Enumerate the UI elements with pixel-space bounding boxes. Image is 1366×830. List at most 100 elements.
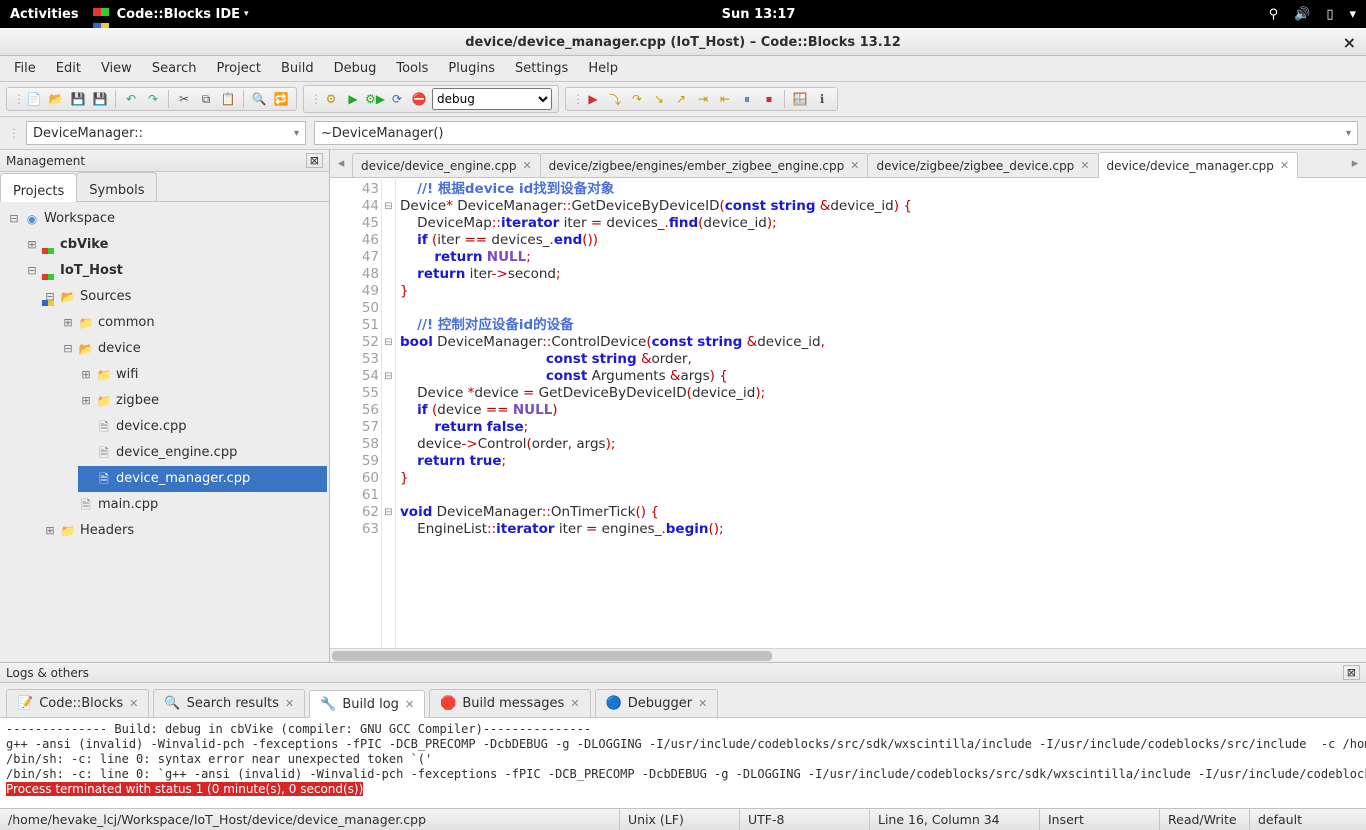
status-encoding[interactable]: UTF-8 — [740, 809, 870, 830]
tab-close-icon[interactable]: ✕ — [698, 697, 707, 710]
folder-wifi[interactable]: wifi — [116, 362, 138, 388]
folder-common[interactable]: common — [98, 310, 155, 336]
tab-close-icon[interactable]: ✕ — [285, 697, 294, 710]
menu-view[interactable]: View — [101, 61, 132, 76]
new-file-icon[interactable]: 📄 — [25, 90, 43, 108]
build-target-select[interactable]: debug — [432, 88, 552, 110]
editor-tab[interactable]: device/zigbee/zigbee_device.cpp✕ — [867, 153, 1098, 177]
redo-icon[interactable]: ↷ — [144, 90, 162, 108]
rebuild-icon[interactable]: ⟳ — [388, 90, 406, 108]
symbol-combo[interactable]: ~DeviceManager()▾ — [314, 121, 1358, 145]
scope-combo[interactable]: DeviceManager::▾ — [26, 121, 306, 145]
menu-help[interactable]: Help — [588, 61, 618, 76]
abort-icon[interactable]: ⛔ — [410, 90, 428, 108]
break-icon[interactable]: ⏸ — [738, 90, 756, 108]
debug-windows-icon[interactable]: 🪟 — [791, 90, 809, 108]
tab-close-icon[interactable]: ✕ — [1280, 159, 1289, 172]
code-body[interactable]: //! 根据device id找到设备对象Device* DeviceManag… — [396, 179, 1366, 648]
menu-search[interactable]: Search — [152, 61, 197, 76]
folder-device[interactable]: device — [98, 336, 141, 362]
file-device-manager-cpp[interactable]: device_manager.cpp — [116, 466, 250, 492]
menu-build[interactable]: Build — [281, 61, 314, 76]
log-tab-search-results[interactable]: 🔍Search results✕ — [153, 689, 305, 717]
tab-close-icon[interactable]: ✕ — [129, 697, 138, 710]
paste-icon[interactable]: 📋 — [219, 90, 237, 108]
project-iothost[interactable]: IoT_Host — [60, 258, 123, 284]
log-tab-build-messages[interactable]: 🛑Build messages✕ — [429, 689, 590, 717]
build-run-icon[interactable]: ⚙▶ — [366, 90, 384, 108]
toolbar-grip[interactable]: ⋮ — [310, 92, 318, 106]
tab-scroll-right[interactable]: ▸ — [1348, 156, 1362, 171]
code-editor[interactable]: 4344454647484950515253545556575859606162… — [330, 178, 1366, 648]
tab-symbols[interactable]: Symbols — [76, 172, 157, 201]
tab-close-icon[interactable]: ✕ — [570, 697, 579, 710]
tab-scroll-left[interactable]: ◂ — [334, 156, 348, 171]
tab-close-icon[interactable]: ✕ — [522, 159, 531, 172]
info-icon[interactable]: ℹ — [813, 90, 831, 108]
menu-settings[interactable]: Settings — [515, 61, 568, 76]
file-device-engine-cpp[interactable]: device_engine.cpp — [116, 440, 237, 466]
management-close-button[interactable]: ⊠ — [306, 153, 323, 168]
project-cbvike[interactable]: cbVike — [60, 232, 108, 258]
folder-sources[interactable]: Sources — [80, 284, 131, 310]
copy-icon[interactable]: ⧉ — [197, 90, 215, 108]
window-close-button[interactable]: × — [1343, 33, 1356, 52]
toolbar-grip[interactable]: ⋮ — [13, 92, 21, 106]
undo-icon[interactable]: ↶ — [122, 90, 140, 108]
build-icon[interactable]: ⚙ — [322, 90, 340, 108]
panel-clock[interactable]: Sun 13:17 — [722, 7, 796, 22]
save-all-icon[interactable]: 💾 — [91, 90, 109, 108]
file-main-cpp[interactable]: main.cpp — [98, 492, 158, 518]
tab-close-icon[interactable]: ✕ — [405, 698, 414, 711]
accessibility-icon[interactable]: ⚲ — [1269, 7, 1279, 22]
folder-zigbee[interactable]: zigbee — [116, 388, 159, 414]
editor-tab[interactable]: device/zigbee/engines/ember_zigbee_engin… — [540, 153, 869, 177]
replace-icon[interactable]: 🔁 — [272, 90, 290, 108]
run-to-cursor-icon[interactable]: ⤵ — [606, 90, 624, 108]
stop-debug-icon[interactable]: ⏹ — [760, 90, 778, 108]
debug-start-icon[interactable]: ▶ — [584, 90, 602, 108]
status-insert-mode[interactable]: Insert — [1040, 809, 1160, 830]
log-tab-code-blocks[interactable]: 📝Code::Blocks✕ — [6, 689, 149, 717]
toolbar-grip[interactable]: ⋮ — [8, 126, 16, 140]
fold-gutter[interactable]: ⊟⊟⊟⊟ — [382, 179, 396, 648]
save-icon[interactable]: 💾 — [69, 90, 87, 108]
menu-project[interactable]: Project — [216, 61, 260, 76]
next-line-icon[interactable]: ↷ — [628, 90, 646, 108]
workspace-node[interactable]: Workspace — [44, 206, 115, 232]
status-profile[interactable]: default — [1250, 809, 1366, 830]
menu-tools[interactable]: Tools — [396, 61, 428, 76]
user-menu-icon[interactable]: ▾ — [1349, 7, 1356, 22]
toolbar-grip[interactable]: ⋮ — [572, 92, 580, 106]
editor-horizontal-scrollbar[interactable] — [330, 648, 1366, 662]
next-instr-icon[interactable]: ⇥ — [694, 90, 712, 108]
log-tab-debugger[interactable]: 🔵Debugger✕ — [595, 689, 719, 717]
folder-headers[interactable]: Headers — [80, 518, 134, 544]
activities-button[interactable]: Activities — [10, 7, 79, 22]
tab-close-icon[interactable]: ✕ — [1080, 159, 1089, 172]
run-icon[interactable]: ▶ — [344, 90, 362, 108]
editor-tab[interactable]: device/device_engine.cpp✕ — [352, 153, 541, 177]
status-eol[interactable]: Unix (LF) — [620, 809, 740, 830]
menu-plugins[interactable]: Plugins — [448, 61, 495, 76]
build-log-output[interactable]: -------------- Build: debug in cbVike (c… — [0, 718, 1366, 808]
step-instr-icon[interactable]: ⇤ — [716, 90, 734, 108]
battery-icon[interactable]: ▯ — [1326, 7, 1333, 22]
find-icon[interactable]: 🔍 — [250, 90, 268, 108]
file-device-cpp[interactable]: device.cpp — [116, 414, 186, 440]
step-out-icon[interactable]: ↗ — [672, 90, 690, 108]
menu-debug[interactable]: Debug — [334, 61, 377, 76]
log-tab-build-log[interactable]: 🔧Build log✕ — [309, 690, 425, 718]
editor-tab[interactable]: device/device_manager.cpp✕ — [1098, 152, 1299, 178]
panel-app-indicator[interactable]: Code::Blocks IDE▾ — [93, 5, 249, 23]
volume-icon[interactable]: 🔊 — [1294, 7, 1310, 22]
menu-edit[interactable]: Edit — [56, 61, 81, 76]
menu-file[interactable]: File — [14, 61, 36, 76]
step-into-icon[interactable]: ↘ — [650, 90, 668, 108]
logs-close-button[interactable]: ⊠ — [1343, 665, 1360, 680]
open-file-icon[interactable]: 📂 — [47, 90, 65, 108]
cut-icon[interactable]: ✂ — [175, 90, 193, 108]
tab-close-icon[interactable]: ✕ — [850, 159, 859, 172]
tab-projects[interactable]: Projects — [0, 173, 77, 202]
project-tree[interactable]: ⊟◉Workspace ⊞cbVike ⊟IoT_Host ⊟📂Sources … — [0, 202, 329, 662]
